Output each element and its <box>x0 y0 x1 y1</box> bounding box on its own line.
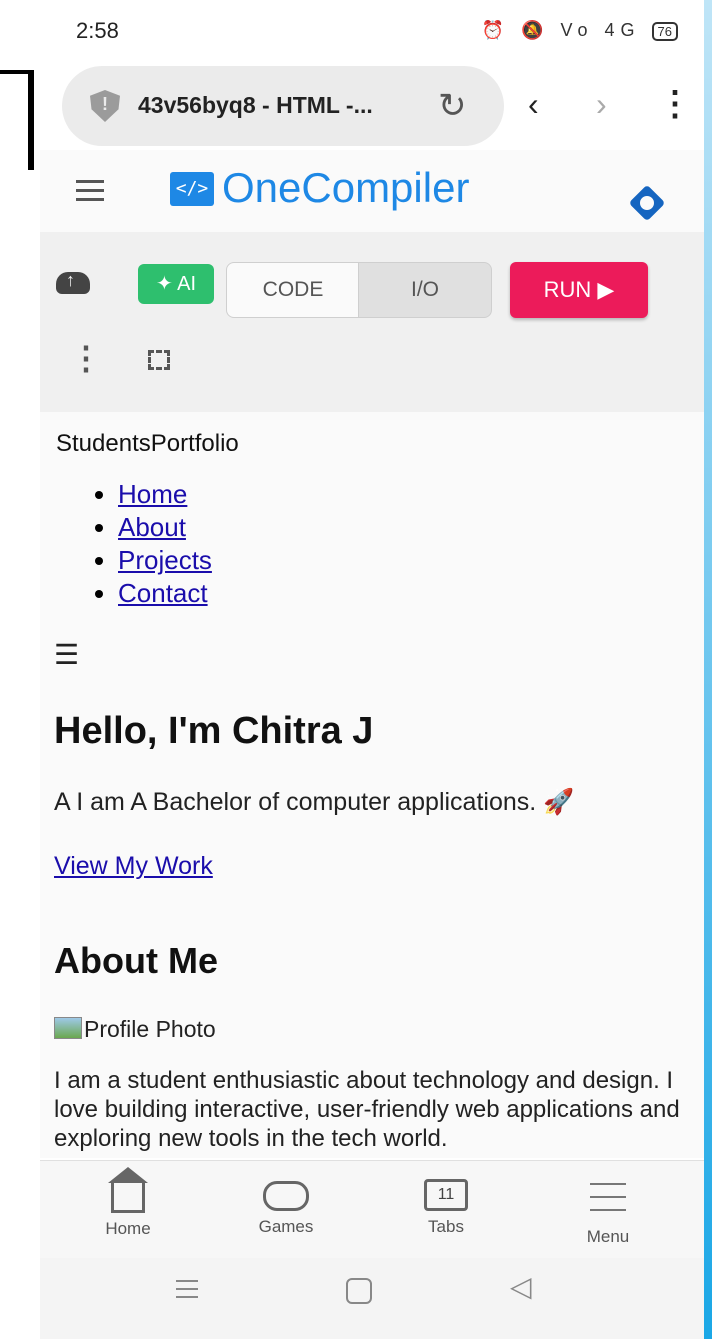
fullscreen-icon[interactable] <box>148 350 170 370</box>
nav-link-about[interactable]: About <box>118 512 186 542</box>
app-logo-text[interactable]: OneCompiler <box>222 164 469 212</box>
frame-decoration <box>28 70 34 170</box>
nav-link-home[interactable]: Home <box>118 479 187 509</box>
app-header: </> OneCompiler <box>40 150 704 233</box>
reload-icon[interactable]: ↻ <box>438 86 467 126</box>
shield-icon[interactable] <box>90 90 120 122</box>
profile-photo-alt: Profile Photo <box>84 1016 216 1042</box>
nav-item-projects: Projects <box>118 544 212 577</box>
theme-toggle-icon[interactable] <box>628 184 666 222</box>
nav-item-about: About <box>118 511 212 544</box>
recent-apps-icon[interactable] <box>176 1280 198 1304</box>
status-indicators: ⏰ 🔕 Vo 4G <box>481 20 641 40</box>
browser-bottom-nav: Home Games 11 Tabs Menu <box>40 1160 704 1259</box>
bottom-nav-tabs[interactable]: 11 Tabs <box>386 1175 506 1237</box>
phone-screen: 2:58 ⏰ 🔕 Vo 4G 76 43v56byq8 - HTML -... … <box>40 0 704 1339</box>
nav-link-projects[interactable]: Projects <box>118 545 212 575</box>
bottom-nav-games-label: Games <box>258 1217 314 1236</box>
bottom-nav-menu-label: Menu <box>586 1227 630 1246</box>
bottom-nav-menu[interactable]: Menu <box>548 1175 668 1247</box>
bottom-nav-home-label: Home <box>105 1219 151 1238</box>
hamburger-icon[interactable] <box>76 180 104 207</box>
address-bar[interactable]: 43v56byq8 - HTML -... ↻ <box>62 66 504 146</box>
bottom-nav-games[interactable]: Games <box>226 1175 346 1237</box>
nav-link-contact[interactable]: Contact <box>118 578 208 608</box>
bottom-nav-home[interactable]: Home <box>68 1167 188 1239</box>
site-nav: Home About Projects Contact <box>96 478 212 610</box>
system-back-icon[interactable]: ◁ <box>510 1270 532 1303</box>
editor-toolbar: ✦ AI CODE I/O RUN ▶ ⋮ <box>40 232 704 412</box>
profile-photo: Profile Photo <box>54 1016 216 1043</box>
cloud-upload-icon[interactable] <box>56 270 90 294</box>
site-menu-icon[interactable]: ☰ <box>54 638 79 671</box>
site-brand: StudentsPortfolio <box>56 430 239 457</box>
frame-decoration <box>704 0 712 1339</box>
nav-item-home: Home <box>118 478 212 511</box>
gamepad-icon <box>263 1181 309 1211</box>
home-icon <box>108 1167 148 1213</box>
hero-tagline: A I am A Bachelor of computer applicatio… <box>54 788 575 816</box>
system-nav-bar: ◁ <box>40 1258 704 1339</box>
url-title[interactable]: 43v56byq8 - HTML -... <box>138 92 373 119</box>
system-home-icon[interactable] <box>346 1278 372 1304</box>
status-time: 2:58 <box>76 18 119 43</box>
menu-icon <box>590 1183 626 1221</box>
tab-io[interactable]: I/O <box>358 262 492 318</box>
status-icons: ⏰ 🔕 Vo 4G 76 <box>482 20 678 41</box>
status-bar: 2:58 ⏰ 🔕 Vo 4G 76 <box>40 0 704 60</box>
tab-code[interactable]: CODE <box>226 262 360 318</box>
forward-icon[interactable]: › <box>596 86 607 123</box>
bottom-nav-tabs-label: Tabs <box>428 1217 464 1236</box>
output-preview: StudentsPortfolio Home About Projects Co… <box>40 412 704 1158</box>
tabs-icon: 11 <box>424 1179 468 1211</box>
nav-item-contact: Contact <box>118 577 212 610</box>
broken-image-icon <box>54 1017 82 1039</box>
back-icon[interactable]: ‹ <box>528 86 539 123</box>
more-options-icon[interactable]: ⋮ <box>70 342 102 374</box>
battery-icon: 76 <box>651 22 678 41</box>
about-text: I am a student enthusiastic about techno… <box>54 1067 680 1152</box>
browser-menu-icon[interactable]: ⋮ <box>658 84 692 124</box>
view-work-link[interactable]: View My Work <box>54 852 213 881</box>
ai-button[interactable]: ✦ AI <box>138 264 214 304</box>
run-button[interactable]: RUN ▶ <box>510 262 648 318</box>
logo-icon[interactable]: </> <box>170 172 214 206</box>
about-heading: About Me <box>54 940 218 981</box>
hero-heading: Hello, I'm Chitra J <box>54 710 374 752</box>
